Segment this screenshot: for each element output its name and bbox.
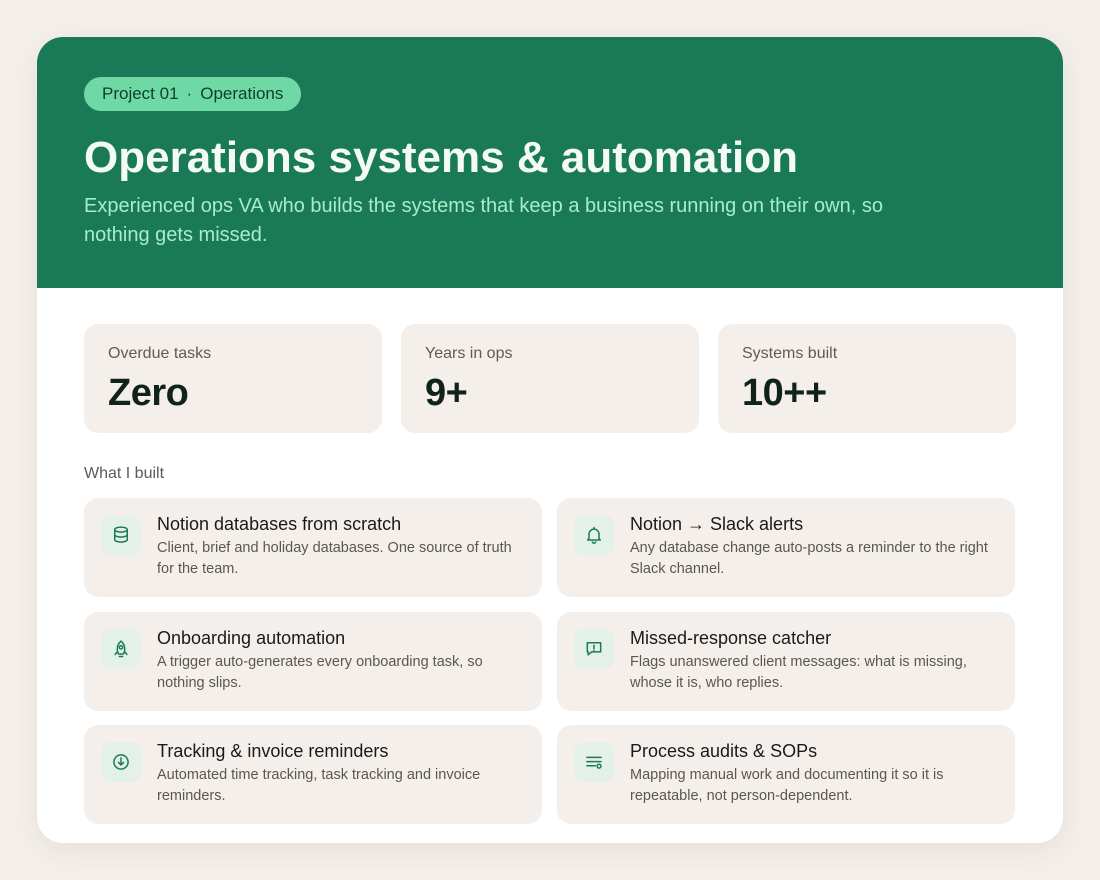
stat-label: Years in ops bbox=[425, 345, 513, 362]
feature-onboarding-automation: Onboarding automation A trigger auto-gen… bbox=[84, 612, 542, 711]
clock-download-icon bbox=[101, 742, 141, 782]
badge-category: Operations bbox=[200, 84, 284, 103]
feature-description: A trigger auto-generates every onboardin… bbox=[157, 654, 483, 691]
stat-value: 10++ bbox=[742, 372, 827, 414]
page-subtitle: Experienced ops VA who builds the system… bbox=[84, 195, 883, 246]
feature-title: Missed-response catcher bbox=[630, 628, 832, 648]
feature-description: Flags unanswered client messages: what i… bbox=[630, 654, 967, 691]
database-icon bbox=[101, 515, 141, 555]
feature-description: Automated time tracking, task tracking a… bbox=[157, 767, 481, 804]
feature-missed-response-catcher: Missed-response catcher Flags unanswered… bbox=[557, 612, 1015, 711]
feature-title: Notion → Slack alerts bbox=[630, 514, 804, 534]
feature-notion-databases: Notion databases from scratch Client, br… bbox=[84, 498, 542, 597]
stat-systems-built: Systems built 10++ bbox=[718, 324, 1016, 433]
feature-description: Client, brief and holiday databases. One… bbox=[157, 540, 512, 577]
project-card: Project 01 · Operations Operations systems… bbox=[37, 37, 1063, 843]
stat-overdue-tasks: Overdue tasks Zero bbox=[84, 324, 382, 433]
feature-title: Tracking & invoice reminders bbox=[157, 741, 389, 761]
project-badge: Project 01 · Operations bbox=[84, 77, 302, 111]
stat-value: Zero bbox=[108, 372, 189, 414]
feature-description: Mapping manual work and documenting it s… bbox=[630, 767, 944, 804]
stat-value: 9+ bbox=[425, 372, 468, 414]
feature-title: Process audits & SOPs bbox=[630, 741, 818, 761]
feature-notion-slack-alerts: Notion → Slack alerts Any database chang… bbox=[557, 498, 1015, 597]
section-label: What I built bbox=[84, 465, 165, 482]
feature-title: Notion databases from scratch bbox=[157, 514, 402, 534]
stat-years-in-ops: Years in ops 9+ bbox=[401, 324, 699, 433]
list-settings-icon bbox=[574, 742, 614, 782]
badge-separator: · bbox=[186, 84, 193, 103]
page-title: Operations systems & automation bbox=[84, 133, 798, 182]
stat-label: Overdue tasks bbox=[108, 345, 212, 362]
rocket-icon bbox=[101, 629, 141, 669]
message-alert-icon bbox=[574, 629, 614, 669]
feature-title: Onboarding automation bbox=[157, 628, 346, 648]
badge-project: Project 01 bbox=[102, 84, 179, 103]
bell-icon bbox=[574, 515, 614, 555]
hero-header: Project 01 · Operations Operations systems… bbox=[37, 37, 1063, 288]
feature-tracking-invoice-reminders: Tracking & invoice reminders Automated t… bbox=[84, 725, 542, 824]
feature-description: Any database change auto-posts a reminde… bbox=[630, 540, 988, 577]
stat-label: Systems built bbox=[742, 345, 838, 362]
feature-process-audits-sops: Process audits & SOPs Mapping manual wor… bbox=[557, 725, 1015, 824]
